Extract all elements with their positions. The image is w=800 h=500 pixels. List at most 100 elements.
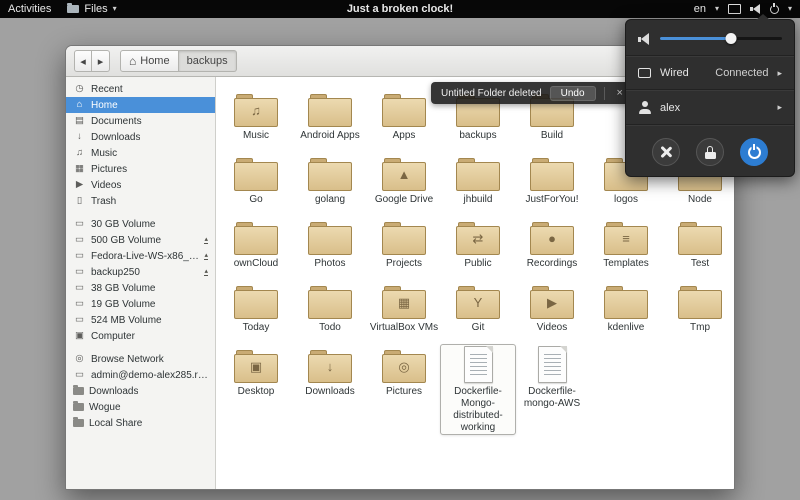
activities-button[interactable]: Activities xyxy=(8,3,51,15)
sidebar-item-524-mb-volume[interactable]: ▭ 524 MB Volume xyxy=(66,312,215,328)
file-item[interactable]: JustForYou! xyxy=(515,153,589,206)
sidebar-item-label: Documents xyxy=(91,116,142,127)
file-item[interactable]: kdenlive xyxy=(589,281,663,334)
file-label: Projects xyxy=(364,258,444,270)
top-bar: Activities Files ▾ Just a broken clock! … xyxy=(0,0,800,18)
sidebar-item-admin-demo-alex285-rhclou-[interactable]: ▭ admin@demo-alex285.rhclou… xyxy=(66,367,215,383)
sidebar-item-fedora-live-ws-x86-64-rawhide-[interactable]: ▭ Fedora-Live-WS-x86_64-rawhide… ▴ xyxy=(66,248,215,264)
file-item[interactable]: Today xyxy=(219,281,293,334)
clock-button[interactable]: Just a broken clock! xyxy=(347,3,453,15)
file-label: Apps xyxy=(364,130,444,142)
file-item[interactable]: Apps xyxy=(367,89,441,142)
eject-icon[interactable]: ▴ xyxy=(204,269,208,276)
file-label: Photos xyxy=(290,258,370,270)
sidebar-item-trash[interactable]: ▯ Trash xyxy=(66,193,215,209)
settings-button[interactable] xyxy=(652,138,680,166)
path-segment-home[interactable]: ⌂ Home xyxy=(120,50,179,72)
file-item[interactable]: ▲ Google Drive xyxy=(367,153,441,206)
sidebar-item-music[interactable]: ♫ Music xyxy=(66,145,215,161)
file-item[interactable]: ▦ VirtualBox VMs xyxy=(367,281,441,334)
volume-icon[interactable] xyxy=(750,4,761,14)
sidebar-item-recent[interactable]: ◷ Recent xyxy=(66,81,215,97)
videos-icon: ▶ xyxy=(73,180,86,190)
sidebar-item-19-gb-volume[interactable]: ▭ 19 GB Volume xyxy=(66,296,215,312)
wired-network-icon xyxy=(638,68,651,78)
sidebar-item-label: Wogue xyxy=(89,402,121,413)
sidebar-item-documents[interactable]: ▤ Documents xyxy=(66,113,215,129)
power-icon[interactable] xyxy=(770,5,779,14)
app-menu-button[interactable]: Files ▾ xyxy=(67,3,116,15)
network-icon[interactable] xyxy=(728,4,741,14)
file-item[interactable]: ▶ Videos xyxy=(515,281,589,334)
file-item[interactable]: ⇄ Public xyxy=(441,217,515,270)
chevron-down-icon: ▾ xyxy=(788,5,792,13)
sidebar-item-backup250[interactable]: ▭ backup250 ▴ xyxy=(66,264,215,280)
file-item[interactable]: Y Git xyxy=(441,281,515,334)
file-item[interactable]: ◎ Pictures xyxy=(367,345,441,434)
file-item[interactable]: ≡ Templates xyxy=(589,217,663,270)
templates-emblem-icon: ≡ xyxy=(604,232,648,245)
sidebar-item-computer[interactable]: ▣ Computer xyxy=(66,328,215,344)
network-menu-item[interactable]: Wired Connected ▸ xyxy=(626,60,794,86)
undo-button[interactable]: Undo xyxy=(550,86,596,101)
music-emblem-icon: ♫ xyxy=(234,104,278,117)
file-label: Google Drive xyxy=(364,194,444,206)
sidebar-item-label: Videos xyxy=(91,180,121,191)
file-item[interactable]: jhbuild xyxy=(441,153,515,206)
document-icon: ▤ xyxy=(73,116,86,126)
file-item[interactable]: Android Apps xyxy=(293,89,367,142)
sidebar-item-downloads[interactable]: ↓ Downloads xyxy=(66,129,215,145)
sidebar-item-downloads[interactable]: Downloads xyxy=(66,383,215,399)
back-button[interactable]: ◂ xyxy=(74,50,92,72)
pictures-icon: ▦ xyxy=(73,164,86,174)
folder-icon xyxy=(234,222,278,255)
file-item[interactable]: ▣ Desktop xyxy=(219,345,293,434)
file-item[interactable]: Go xyxy=(219,153,293,206)
file-row: ▣ Desktop ↓ Downloads ◎ Pictures Doc xyxy=(219,345,734,445)
sidebar-item-label: 38 GB Volume xyxy=(91,283,155,294)
sidebar-item-label: Trash xyxy=(91,196,116,207)
file-item[interactable]: Dockerfile-Mongo-distributed-working xyxy=(441,345,515,434)
volume-slider[interactable] xyxy=(660,32,782,45)
sidebar-item-label: 30 GB Volume xyxy=(91,219,155,230)
keyboard-layout-button[interactable]: en xyxy=(694,3,706,15)
file-item[interactable]: golang xyxy=(293,153,367,206)
file-label: Recordings xyxy=(512,258,592,270)
file-item[interactable]: Test xyxy=(663,217,734,270)
file-item[interactable]: ↓ Downloads xyxy=(293,345,367,434)
sidebar-item-pictures[interactable]: ▦ Pictures xyxy=(66,161,215,177)
power-button[interactable] xyxy=(740,138,768,166)
file-item[interactable]: ● Recordings xyxy=(515,217,589,270)
file-label: Music xyxy=(216,130,296,142)
file-item[interactable]: Projects xyxy=(367,217,441,270)
sidebar-item-label: 19 GB Volume xyxy=(91,299,155,310)
network-status: Connected xyxy=(715,67,768,79)
sidebar-item-500-gb-volume[interactable]: ▭ 500 GB Volume ▴ xyxy=(66,232,215,248)
sidebar-item-videos[interactable]: ▶ Videos xyxy=(66,177,215,193)
file-item[interactable]: Photos xyxy=(293,217,367,270)
path-segment-backups[interactable]: backups xyxy=(179,50,237,72)
document-icon xyxy=(538,346,567,383)
sidebar-item-browse-network[interactable]: ◎ Browse Network xyxy=(66,351,215,367)
file-item[interactable]: Tmp xyxy=(663,281,734,334)
drive-icon: ▭ xyxy=(73,299,86,309)
file-item[interactable]: ownCloud xyxy=(219,217,293,270)
user-menu-item[interactable]: alex ▸ xyxy=(626,94,794,121)
eject-icon[interactable]: ▴ xyxy=(204,253,208,260)
eject-icon[interactable]: ▴ xyxy=(204,237,208,244)
file-item[interactable]: ♫ Music xyxy=(219,89,293,142)
user-name: alex xyxy=(660,102,768,114)
sidebar-item-wogue[interactable]: Wogue xyxy=(66,399,215,415)
sidebar-item-38-gb-volume[interactable]: ▭ 38 GB Volume xyxy=(66,280,215,296)
sidebar-item-30-gb-volume[interactable]: ▭ 30 GB Volume xyxy=(66,216,215,232)
file-item[interactable]: Dockerfile-mongo-AWS xyxy=(515,345,589,434)
lock-button[interactable] xyxy=(696,138,724,166)
folder-icon xyxy=(308,286,352,319)
sidebar-item-home[interactable]: ⌂ Home xyxy=(66,97,215,113)
folder-icon: ▲ xyxy=(382,158,426,191)
sidebar-item-local-share[interactable]: Local Share xyxy=(66,415,215,431)
volume-slider-knob[interactable] xyxy=(725,33,736,44)
forward-button[interactable]: ▸ xyxy=(92,50,110,72)
file-row: ownCloud Photos Projects ⇄ Public xyxy=(219,217,734,281)
file-item[interactable]: Todo xyxy=(293,281,367,334)
